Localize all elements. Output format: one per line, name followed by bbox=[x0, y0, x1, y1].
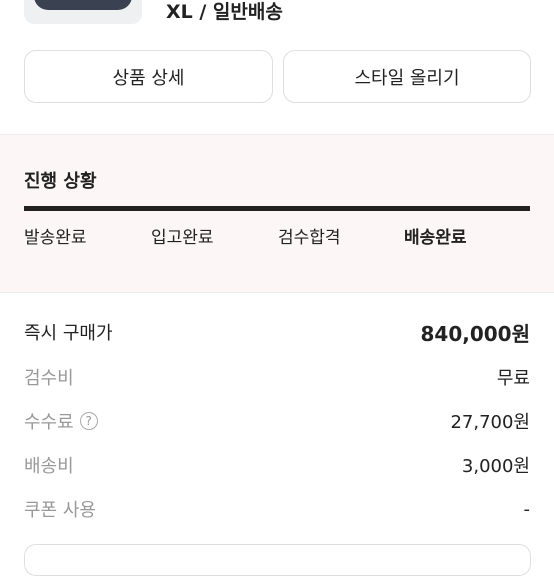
step-received: 입고완료 bbox=[151, 228, 214, 248]
product-thumbnail[interactable] bbox=[24, 0, 142, 24]
price-row-coupon: 쿠폰 사용 - bbox=[24, 495, 530, 523]
price-label: 즉시 구매가 bbox=[24, 323, 113, 344]
price-row-commission: 수수료 ? 27,700원 bbox=[24, 407, 530, 435]
price-row-shipping-fee: 배송비 3,000원 bbox=[24, 451, 530, 479]
progress-bar bbox=[24, 206, 530, 211]
price-value: 무료 bbox=[496, 368, 530, 389]
step-delivered: 배송완료 bbox=[404, 228, 467, 248]
price-value: 840,000원 bbox=[420, 321, 531, 346]
step-shipped: 발송완료 bbox=[24, 228, 87, 248]
price-value: 3,000원 bbox=[461, 456, 530, 477]
price-label: 배송비 bbox=[24, 456, 74, 477]
price-value: - bbox=[523, 498, 531, 520]
product-detail-button[interactable]: 상품 상세 bbox=[24, 50, 273, 103]
price-label: 수수료 bbox=[24, 412, 74, 433]
post-style-button[interactable]: 스타일 올리기 bbox=[283, 50, 531, 103]
progress-title: 진행 상황 bbox=[24, 171, 97, 192]
bottom-card[interactable] bbox=[24, 544, 531, 576]
price-value: 27,700원 bbox=[450, 412, 530, 433]
price-row-buy-now: 즉시 구매가 840,000원 bbox=[24, 318, 530, 346]
help-icon[interactable]: ? bbox=[79, 412, 98, 430]
step-inspected: 검수합격 bbox=[278, 228, 341, 248]
progress-section: 진행 상황 발송완료 입고완료 검수합격 배송완료 bbox=[0, 134, 554, 293]
product-image bbox=[34, 0, 132, 10]
product-option: XL / 일반배송 bbox=[166, 1, 283, 23]
price-label: 쿠폰 사용 bbox=[24, 500, 96, 521]
price-label: 검수비 bbox=[24, 368, 74, 389]
price-row-inspection-fee: 검수비 무료 bbox=[24, 363, 530, 391]
